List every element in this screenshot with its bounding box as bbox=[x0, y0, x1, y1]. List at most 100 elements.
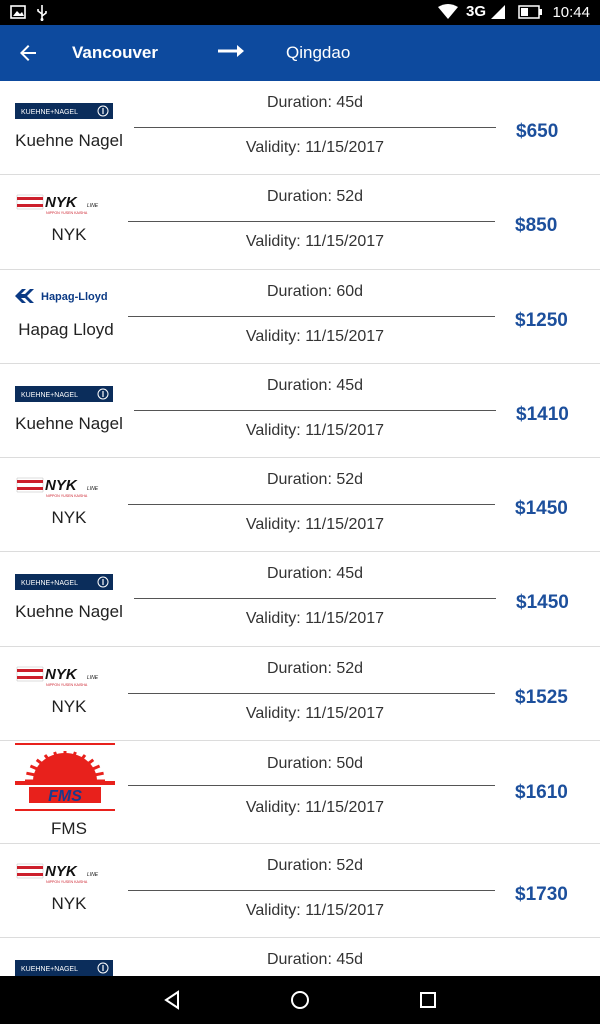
hapag-lloyd-logo: Hapag-Lloyd bbox=[15, 288, 115, 309]
quote-row[interactable]: KUEHNE+NAGEL Kuehne Nagel Duration: 45d Val… bbox=[0, 364, 600, 458]
row-divider bbox=[134, 410, 496, 411]
quote-row[interactable]: NYK LINE NIPPON YUSEN KAISHA NYK Duration: 5… bbox=[0, 458, 600, 552]
row-divider bbox=[134, 127, 496, 128]
nyk-logo-suffix: LINE bbox=[87, 203, 99, 209]
nyk-logo-text: NYK bbox=[45, 194, 78, 211]
carrier-name: NYK bbox=[51, 225, 87, 244]
route-arrow-icon bbox=[218, 45, 244, 57]
wifi-icon bbox=[438, 4, 458, 19]
carrier-name: Hapag Lloyd bbox=[18, 320, 114, 339]
quote-row[interactable]: NYK LINE NIPPON YUSEN KAISHA NYK Duration: 5… bbox=[0, 647, 600, 741]
quote-validity: Validity: 11/15/2017 bbox=[245, 705, 385, 722]
nyk-logo-sub: NIPPON YUSEN KAISHA bbox=[46, 494, 88, 498]
kuehne-nagel-logo: KUEHNE+NAGEL bbox=[15, 960, 115, 976]
quote-list[interactable]: KUEHNE+NAGEL Kuehne Nagel Duration: 45d Val… bbox=[0, 81, 600, 976]
quote-row[interactable]: NYK LINE NIPPON YUSEN KAISHA NYK Duration: 5… bbox=[0, 175, 600, 270]
nyk-logo-text: NYK bbox=[45, 863, 78, 880]
transit-duration: Duration: 45d bbox=[266, 951, 364, 968]
row-divider bbox=[134, 598, 496, 599]
nyk-logo: NYK LINE NIPPON YUSEN KAISHA bbox=[15, 657, 115, 696]
quote-row[interactable]: KUEHNE+NAGEL Duration: 45d bbox=[0, 938, 600, 976]
transit-duration: Duration: 45d bbox=[266, 94, 364, 111]
quote-price: $650 bbox=[516, 121, 559, 142]
nyk-logo-sub: NIPPON YUSEN KAISHA bbox=[46, 683, 88, 687]
kn-logo-text: KUEHNE+NAGEL bbox=[21, 392, 78, 399]
nyk-logo-suffix: LINE bbox=[87, 486, 99, 492]
fms-logo: FMS bbox=[15, 743, 115, 816]
kuehne-nagel-logo: KUEHNE+NAGEL bbox=[15, 103, 115, 124]
back-arrow-icon[interactable] bbox=[16, 41, 40, 65]
quote-price: $1450 bbox=[516, 592, 569, 613]
nyk-logo-sub: NIPPON YUSEN KAISHA bbox=[46, 211, 88, 215]
quote-validity: Validity: 11/15/2017 bbox=[245, 610, 385, 627]
transit-duration: Duration: 52d bbox=[266, 660, 364, 677]
quote-price: $850 bbox=[515, 215, 558, 236]
usb-icon bbox=[37, 5, 47, 21]
quote-price: $1250 bbox=[515, 310, 568, 331]
row-divider bbox=[128, 504, 495, 505]
quote-price: $1410 bbox=[516, 404, 569, 425]
transit-duration: Duration: 52d bbox=[266, 471, 364, 488]
nyk-logo-text: NYK bbox=[45, 477, 78, 494]
quote-validity: Validity: 11/15/2017 bbox=[245, 233, 385, 250]
carrier-name: FMS bbox=[51, 819, 87, 838]
quote-row[interactable]: KUEHNE+NAGEL Kuehne Nagel Duration: 45d Val… bbox=[0, 81, 600, 175]
kuehne-nagel-logo: KUEHNE+NAGEL bbox=[15, 386, 115, 407]
signal-icon bbox=[491, 5, 505, 19]
app-bar: Vancouver Qingdao bbox=[0, 25, 600, 81]
carrier-name: NYK bbox=[51, 508, 87, 527]
kuehne-nagel-logo: KUEHNE+NAGEL bbox=[15, 574, 115, 595]
quote-validity: Validity: 11/15/2017 bbox=[245, 902, 385, 919]
nyk-logo: NYK LINE NIPPON YUSEN KAISHA bbox=[15, 185, 115, 224]
carrier-name: NYK bbox=[51, 894, 87, 913]
carrier-name: Kuehne Nagel bbox=[15, 414, 123, 433]
row-divider bbox=[128, 785, 495, 786]
kn-logo-text: KUEHNE+NAGEL bbox=[21, 580, 78, 587]
battery-icon bbox=[518, 5, 542, 19]
carrier-name: NYK bbox=[51, 697, 87, 716]
network-type: 3G bbox=[466, 3, 487, 20]
carrier-name: Kuehne Nagel bbox=[15, 131, 123, 150]
nyk-logo-suffix: LINE bbox=[87, 675, 99, 681]
kn-logo-text: KUEHNE+NAGEL bbox=[21, 109, 78, 116]
transit-duration: Duration: 60d bbox=[266, 283, 364, 300]
transit-duration: Duration: 52d bbox=[266, 857, 364, 874]
transit-duration: Duration: 45d bbox=[266, 377, 364, 394]
quote-validity: Validity: 11/15/2017 bbox=[245, 422, 385, 439]
nyk-logo-sub: NIPPON YUSEN KAISHA bbox=[46, 880, 88, 884]
nyk-logo: NYK LINE NIPPON YUSEN KAISHA bbox=[15, 854, 115, 893]
recents-nav-icon[interactable] bbox=[416, 988, 440, 1012]
nyk-logo-text: NYK bbox=[45, 666, 78, 683]
status-bar: 3G 10:44 bbox=[0, 0, 600, 25]
transit-duration: Duration: 50d bbox=[266, 755, 364, 772]
row-divider bbox=[128, 221, 495, 222]
hapag-logo-text: Hapag-Lloyd bbox=[41, 291, 108, 303]
quote-price: $1450 bbox=[515, 498, 568, 519]
transit-duration: Duration: 45d bbox=[266, 565, 364, 582]
back-nav-icon[interactable] bbox=[160, 988, 184, 1012]
home-nav-icon[interactable] bbox=[288, 988, 312, 1012]
quote-row[interactable]: NYK LINE NIPPON YUSEN KAISHA NYK Duration: 5… bbox=[0, 844, 600, 938]
navigation-bar bbox=[0, 976, 600, 1024]
destination-port: Qingdao bbox=[286, 43, 351, 62]
row-divider bbox=[128, 890, 495, 891]
row-divider bbox=[128, 693, 495, 694]
transit-duration: Duration: 52d bbox=[266, 188, 364, 205]
fms-logo-text: FMS bbox=[48, 788, 82, 805]
carrier-name: Kuehne Nagel bbox=[15, 602, 123, 621]
quote-validity: Validity: 11/15/2017 bbox=[245, 516, 385, 533]
kn-logo-text: KUEHNE+NAGEL bbox=[21, 966, 78, 973]
quote-price: $1610 bbox=[515, 782, 568, 803]
quote-validity: Validity: 11/15/2017 bbox=[245, 799, 385, 816]
quote-row[interactable]: FMS FMS Duration: 50d Validity: 11/15/2017 $… bbox=[0, 741, 600, 844]
clock: 10:44 bbox=[552, 4, 590, 21]
quote-row[interactable]: Hapag-Lloyd Hapag Lloyd Duration: 60d Valid… bbox=[0, 270, 600, 364]
nyk-logo: NYK LINE NIPPON YUSEN KAISHA bbox=[15, 468, 115, 507]
image-notification-icon bbox=[10, 5, 26, 19]
quote-price: $1525 bbox=[515, 687, 568, 708]
quote-row[interactable]: KUEHNE+NAGEL Kuehne Nagel Duration: 45d Val… bbox=[0, 552, 600, 647]
quote-validity: Validity: 11/15/2017 bbox=[245, 328, 385, 345]
nyk-logo-suffix: LINE bbox=[87, 872, 99, 878]
quote-validity: Validity: 11/15/2017 bbox=[245, 139, 385, 156]
quote-price: $1730 bbox=[515, 884, 568, 905]
